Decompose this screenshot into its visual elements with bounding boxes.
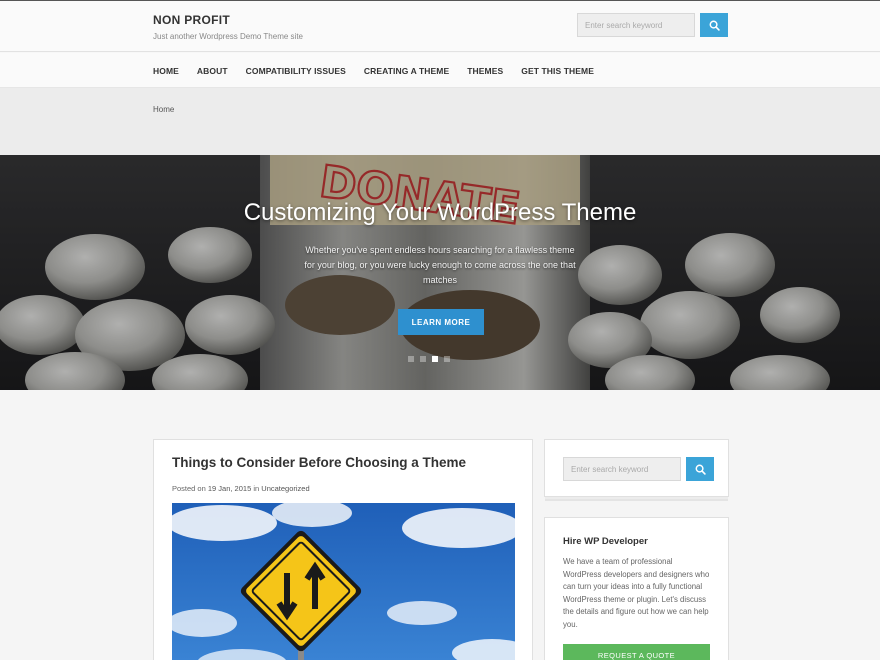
post-meta: Posted on 19 Jan, 2015 in Uncategorized: [172, 484, 310, 493]
blog-post-card: Things to Consider Before Choosing a The…: [153, 439, 533, 660]
site-title[interactable]: NON PROFIT: [153, 13, 230, 27]
road-sign-image: [172, 503, 515, 660]
hire-developer-widget: Hire WP Developer We have a team of prof…: [544, 517, 729, 660]
post-in-label: in: [253, 484, 260, 493]
site-header: NON PROFIT Just another Wordpress Demo T…: [0, 1, 880, 52]
header-search-input[interactable]: [577, 13, 695, 37]
search-icon: [695, 464, 706, 475]
sidebar-search-button[interactable]: [686, 457, 714, 481]
learn-more-button[interactable]: LEARN MORE: [398, 309, 484, 335]
slider-dot-4[interactable]: [444, 356, 450, 362]
sidebar-search-input[interactable]: [563, 457, 681, 481]
slider-dot-3[interactable]: [432, 356, 438, 362]
post-category[interactable]: Uncategorized: [261, 484, 309, 493]
hero-title: Customizing Your WordPress Theme: [243, 199, 637, 226]
breadcrumb-band: Home: [0, 88, 880, 155]
breadcrumb-home[interactable]: Home: [153, 105, 174, 114]
hire-widget-title: Hire WP Developer: [563, 536, 648, 547]
hire-widget-text: We have a team of professional WordPress…: [563, 557, 710, 629]
post-title[interactable]: Things to Consider Before Choosing a The…: [172, 455, 466, 470]
header-search-button[interactable]: [700, 13, 728, 37]
slider-dot-1[interactable]: [408, 356, 414, 362]
nav-item-get-this-theme[interactable]: GET THIS THEME: [521, 66, 594, 76]
search-icon: [709, 20, 720, 31]
nav-item-compatibility-issues[interactable]: COMPATIBILITY ISSUES: [246, 66, 346, 76]
slider-dots: [408, 356, 450, 362]
nav-item-home[interactable]: HOME: [153, 66, 179, 76]
nav-item-themes[interactable]: THEMES: [467, 66, 503, 76]
nav-menu: HOME ABOUT COMPATIBILITY ISSUES CREATING…: [153, 53, 612, 88]
hero-slider: DONATE Customizing Your WordPress Theme …: [0, 155, 880, 390]
posted-on-label: Posted on: [172, 484, 206, 493]
hero-description: Whether you've spent endless hours searc…: [304, 245, 576, 285]
main-nav: HOME ABOUT COMPATIBILITY ISSUES CREATING…: [0, 53, 880, 88]
nav-item-about[interactable]: ABOUT: [197, 66, 228, 76]
request-quote-button[interactable]: REQUEST A QUOTE: [563, 644, 710, 660]
sidebar-search-widget: [544, 439, 729, 497]
post-date[interactable]: 19 Jan, 2015: [208, 484, 251, 493]
post-featured-image[interactable]: [172, 503, 515, 660]
slider-dot-2[interactable]: [420, 356, 426, 362]
nav-item-creating-a-theme[interactable]: CREATING A THEME: [364, 66, 449, 76]
site-tagline: Just another Wordpress Demo Theme site: [153, 32, 303, 41]
